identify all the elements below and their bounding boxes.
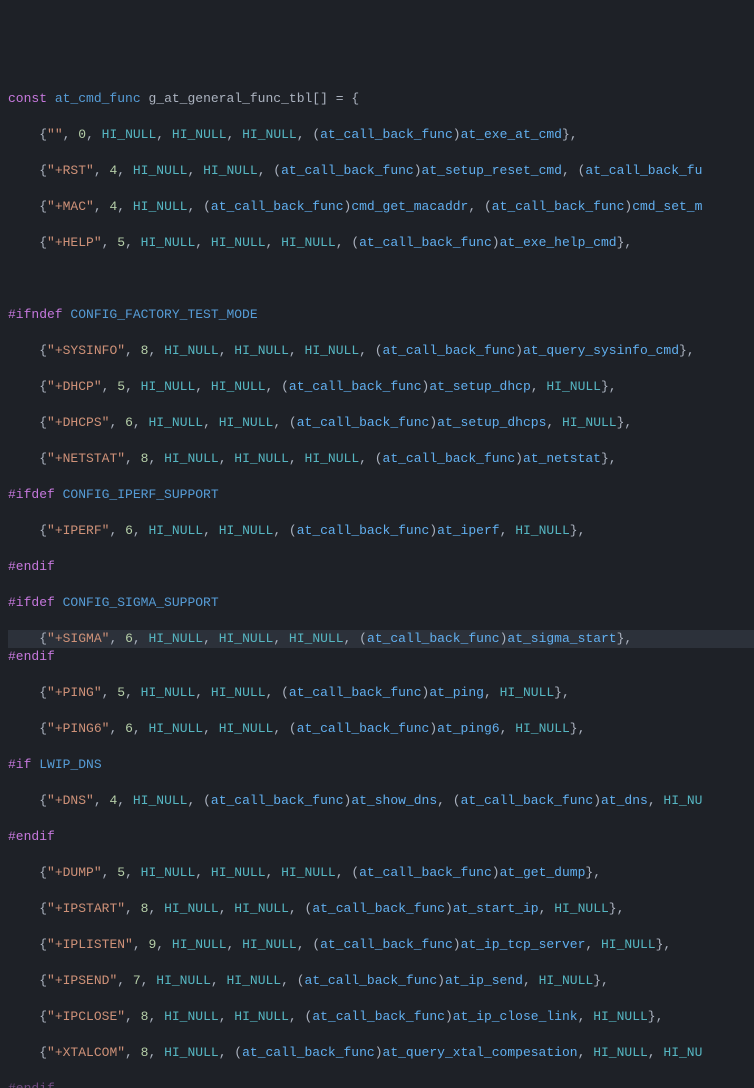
code-line: {"+DHCPS", 6, HI_NULL, HI_NULL, (at_call… xyxy=(8,414,754,432)
code-line: {"", 0, HI_NULL, HI_NULL, HI_NULL, (at_c… xyxy=(8,126,754,144)
code-line: {"+IPCLOSE", 8, HI_NULL, HI_NULL, (at_ca… xyxy=(8,1008,754,1026)
code-line: {"+PING", 5, HI_NULL, HI_NULL, (at_call_… xyxy=(8,684,754,702)
code-line: {"+MAC", 4, HI_NULL, (at_call_back_func)… xyxy=(8,198,754,216)
code-line: {"+NETSTAT", 8, HI_NULL, HI_NULL, HI_NUL… xyxy=(8,450,754,468)
code-line-highlighted: {"+SIGMA", 6, HI_NULL, HI_NULL, HI_NULL,… xyxy=(8,630,754,648)
code-line: {"+IPLISTEN", 9, HI_NULL, HI_NULL, (at_c… xyxy=(8,936,754,954)
code-line: {"+IPSEND", 7, HI_NULL, HI_NULL, (at_cal… xyxy=(8,972,754,990)
preproc-ifdef: #ifdef CONFIG_SIGMA_SUPPORT xyxy=(8,594,754,612)
code-line: {"+IPSTART", 8, HI_NULL, HI_NULL, (at_ca… xyxy=(8,900,754,918)
code-line: {"+DHCP", 5, HI_NULL, HI_NULL, (at_call_… xyxy=(8,378,754,396)
preproc-endif: #endif xyxy=(8,828,754,846)
code-line: {"+SYSINFO", 8, HI_NULL, HI_NULL, HI_NUL… xyxy=(8,342,754,360)
code-line: {"+DUMP", 5, HI_NULL, HI_NULL, HI_NULL, … xyxy=(8,864,754,882)
code-line: {"+HELP", 5, HI_NULL, HI_NULL, HI_NULL, … xyxy=(8,234,754,252)
code-line: {"+IPERF", 6, HI_NULL, HI_NULL, (at_call… xyxy=(8,522,754,540)
code-line: const at_cmd_func g_at_general_func_tbl[… xyxy=(8,90,754,108)
preproc-if: #if LWIP_DNS xyxy=(8,756,754,774)
preproc-ifdef: #ifdef CONFIG_IPERF_SUPPORT xyxy=(8,486,754,504)
preproc-endif: #endif xyxy=(8,1080,754,1088)
code-line: {"+DNS", 4, HI_NULL, (at_call_back_func)… xyxy=(8,792,754,810)
code-line: {"+RST", 4, HI_NULL, HI_NULL, (at_call_b… xyxy=(8,162,754,180)
preproc-endif: #endif xyxy=(8,648,754,666)
blank-line xyxy=(8,270,754,288)
preproc-endif: #endif xyxy=(8,558,754,576)
code-line: {"+XTALCOM", 8, HI_NULL, (at_call_back_f… xyxy=(8,1044,754,1062)
preproc-ifndef: #ifndef CONFIG_FACTORY_TEST_MODE xyxy=(8,306,754,324)
code-line: {"+PING6", 6, HI_NULL, HI_NULL, (at_call… xyxy=(8,720,754,738)
code-editor[interactable]: const at_cmd_func g_at_general_func_tbl[… xyxy=(0,72,754,1088)
